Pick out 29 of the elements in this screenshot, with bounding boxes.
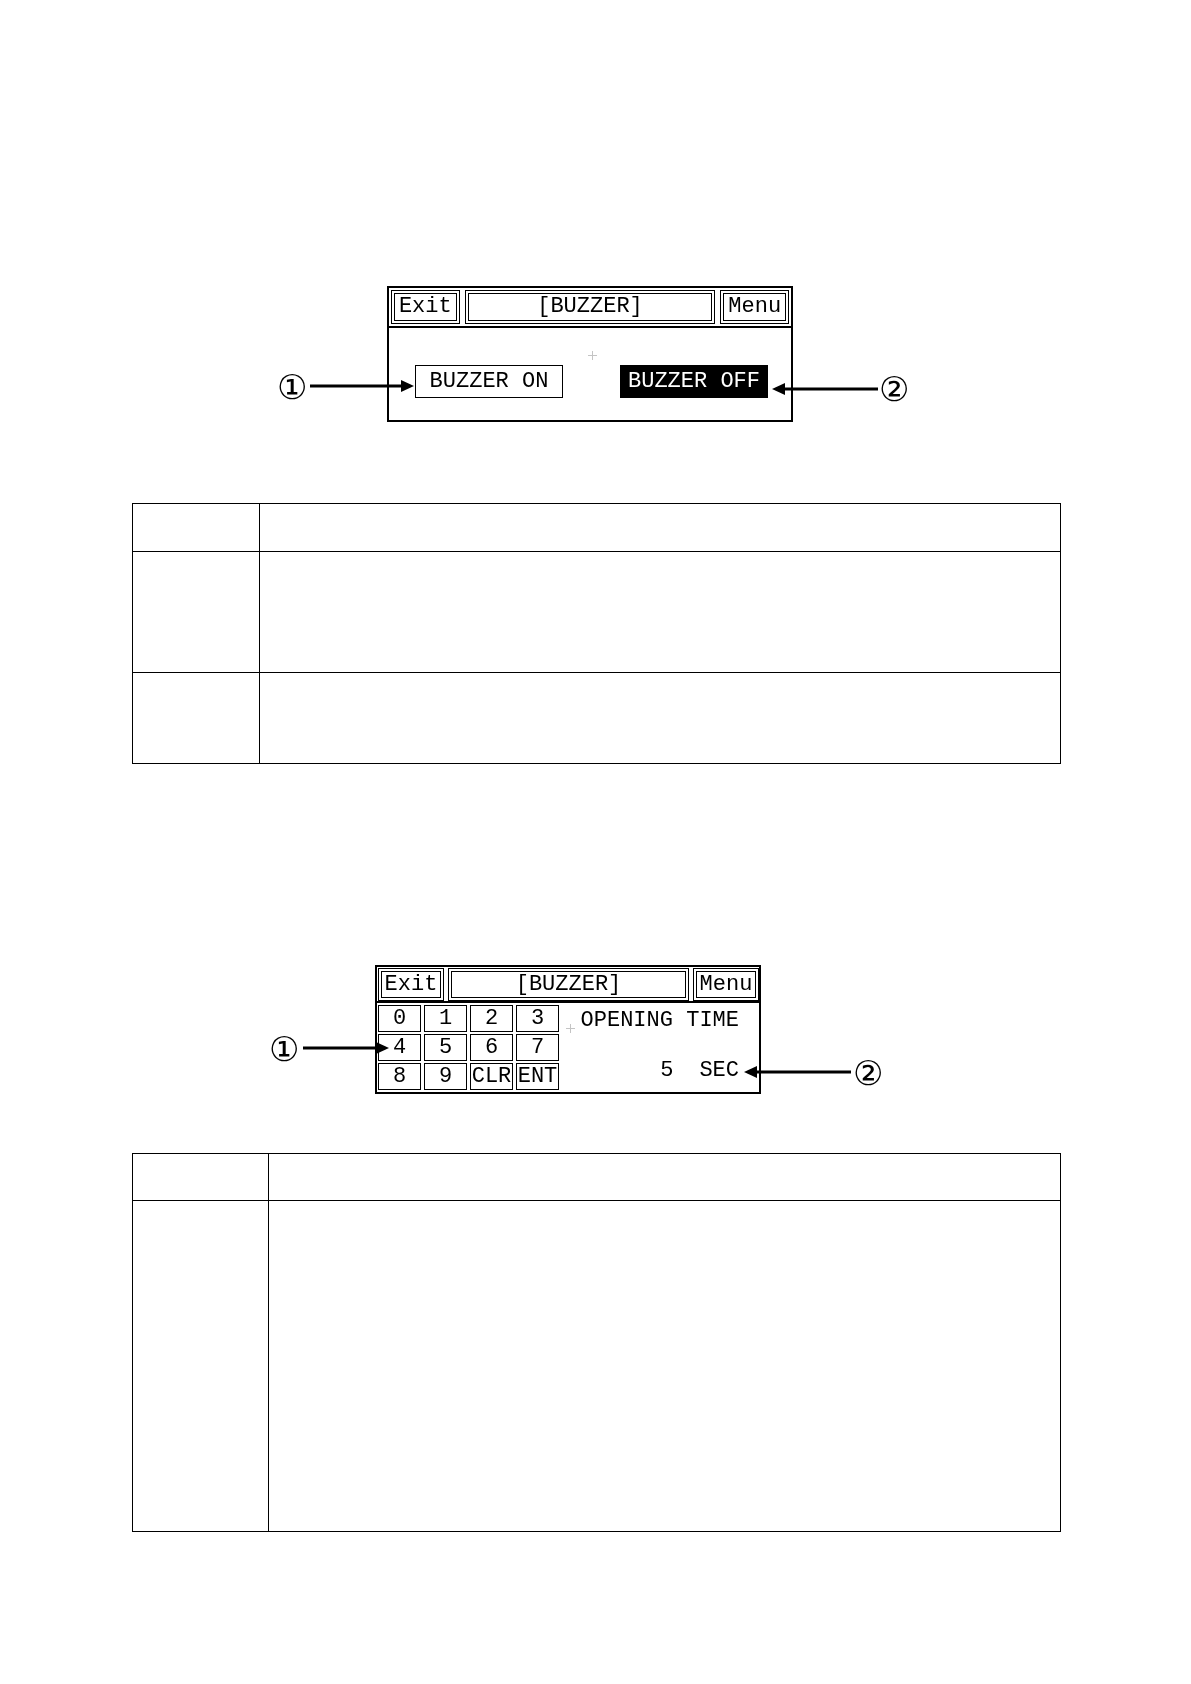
- crosshair-icon: [566, 1024, 575, 1033]
- keypad-key[interactable]: 2: [470, 1005, 513, 1032]
- menu-button[interactable]: Menu: [693, 968, 759, 1001]
- keypad-key[interactable]: 3: [516, 1005, 559, 1032]
- keypad-key[interactable]: CLR: [470, 1063, 513, 1090]
- keypad-key[interactable]: ENT: [516, 1063, 559, 1090]
- time-value: 5: [660, 1059, 674, 1083]
- keypad-key[interactable]: 6: [470, 1034, 513, 1061]
- mode-button[interactable]: BUZZER ON: [415, 365, 563, 398]
- menu-button[interactable]: Menu: [720, 290, 789, 324]
- callout-number: ①: [269, 1032, 300, 1066]
- setting-label: OPENING TIME: [580, 1009, 739, 1033]
- time-unit: SEC: [699, 1059, 739, 1083]
- screen-title: [BUZZER]: [448, 968, 689, 1001]
- keypad-key[interactable]: 0: [378, 1005, 421, 1032]
- keypad-key[interactable]: 7: [516, 1034, 559, 1061]
- screen-title: [BUZZER]: [464, 290, 716, 324]
- mode-button[interactable]: BUZZER OFF: [620, 365, 768, 398]
- keypad-key[interactable]: 8: [378, 1063, 421, 1090]
- keypad-key[interactable]: 5: [424, 1034, 467, 1061]
- exit-button[interactable]: Exit: [378, 968, 444, 1001]
- callout-number: ②: [853, 1056, 884, 1090]
- exit-button[interactable]: Exit: [391, 290, 460, 324]
- keypad-key[interactable]: 1: [424, 1005, 467, 1032]
- callout-number: ②: [879, 372, 910, 406]
- keypad-key[interactable]: 4: [378, 1034, 421, 1061]
- crosshair-icon: [588, 351, 597, 360]
- callout-number: ①: [277, 370, 308, 404]
- keypad-key[interactable]: 9: [424, 1063, 467, 1090]
